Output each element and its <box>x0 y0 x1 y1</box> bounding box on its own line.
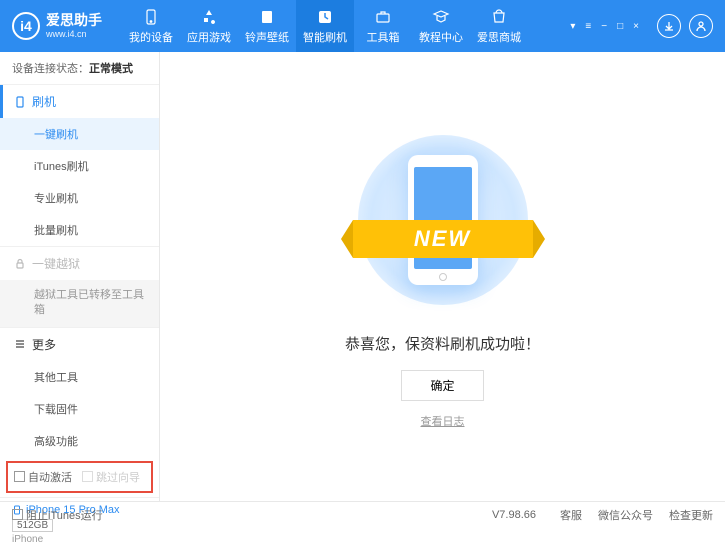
settings-icon[interactable]: ≡ <box>583 19 593 34</box>
download-button[interactable] <box>657 14 681 38</box>
device-icon <box>142 8 160 26</box>
success-illustration: NEW <box>333 125 553 315</box>
checkbox-block-itunes[interactable]: 阻止iTunes运行 <box>12 507 103 523</box>
view-log-link[interactable]: 查看日志 <box>421 413 465 429</box>
new-ribbon: NEW <box>353 220 533 258</box>
lock-icon <box>14 258 26 270</box>
nav-my-device[interactable]: 我的设备 <box>122 0 180 52</box>
header: i4 爱思助手 www.i4.cn 我的设备 应用游戏 铃声壁纸 智能刷机 工具… <box>0 0 725 52</box>
user-button[interactable] <box>689 14 713 38</box>
sidebar-item-pro-flash[interactable]: 专业刷机 <box>0 182 159 214</box>
store-icon <box>490 8 508 26</box>
minimize-icon[interactable]: − <box>599 19 609 34</box>
maximize-icon[interactable]: □ <box>615 19 625 34</box>
sidebar: 设备连接状态：正常模式 刷机 一键刷机 iTunes刷机 专业刷机 批量刷机 一… <box>0 52 160 501</box>
footer-link-update[interactable]: 检查更新 <box>669 507 713 523</box>
phone-icon <box>14 96 26 108</box>
sidebar-item-download-firmware[interactable]: 下载固件 <box>0 393 159 425</box>
checkbox-auto-activate[interactable]: 自动激活 <box>14 469 72 485</box>
checkbox-skip-guide[interactable]: 跳过向导 <box>82 469 140 485</box>
sidebar-item-one-key-flash[interactable]: 一键刷机 <box>0 118 159 150</box>
menu-icon[interactable]: ▾ <box>568 19 577 34</box>
nav-flash[interactable]: 智能刷机 <box>296 0 354 52</box>
sidebar-section-jailbreak: 一键越狱 <box>0 247 159 280</box>
nav-apps[interactable]: 应用游戏 <box>180 0 238 52</box>
version-text: V7.98.66 <box>492 509 536 521</box>
jailbreak-note: 越狱工具已转移至工具箱 <box>0 280 159 327</box>
nav-tutorials[interactable]: 教程中心 <box>412 0 470 52</box>
nav-ringtones[interactable]: 铃声壁纸 <box>238 0 296 52</box>
more-icon <box>14 338 26 350</box>
sidebar-section-more[interactable]: 更多 <box>0 328 159 361</box>
ok-button[interactable]: 确定 <box>401 370 483 401</box>
nav-toolbox[interactable]: 工具箱 <box>354 0 412 52</box>
close-icon[interactable]: × <box>631 19 641 34</box>
toolbox-icon <box>374 8 392 26</box>
sidebar-item-advanced[interactable]: 高级功能 <box>0 425 159 457</box>
logo-title: 爱思助手 <box>46 12 102 29</box>
sidebar-item-batch-flash[interactable]: 批量刷机 <box>0 214 159 246</box>
tutorial-icon <box>432 8 450 26</box>
success-message: 恭喜您，保资料刷机成功啦！ <box>345 333 540 354</box>
flash-options-highlight: 自动激活 跳过向导 <box>6 461 153 493</box>
footer-link-wechat[interactable]: 微信公众号 <box>598 507 653 523</box>
logo-url: www.i4.cn <box>46 29 102 40</box>
device-info[interactable]: iPhone 15 Pro Max 512GB iPhone <box>0 497 159 551</box>
main-content: NEW 恭喜您，保资料刷机成功啦！ 确定 查看日志 <box>160 52 725 501</box>
window-controls: ▾ ≡ − □ × <box>568 19 641 34</box>
sidebar-item-other-tools[interactable]: 其他工具 <box>0 361 159 393</box>
device-type: iPhone <box>12 534 147 545</box>
logo-icon: i4 <box>12 12 40 40</box>
sidebar-item-itunes-flash[interactable]: iTunes刷机 <box>0 150 159 182</box>
footer-link-support[interactable]: 客服 <box>560 507 582 523</box>
nav-store[interactable]: 爱思商城 <box>470 0 528 52</box>
flash-icon <box>316 8 334 26</box>
apps-icon <box>200 8 218 26</box>
top-nav: 我的设备 应用游戏 铃声壁纸 智能刷机 工具箱 教程中心 爱思商城 <box>122 0 568 52</box>
sidebar-section-flash[interactable]: 刷机 <box>0 85 159 118</box>
connection-status: 设备连接状态：正常模式 <box>0 52 159 84</box>
logo[interactable]: i4 爱思助手 www.i4.cn <box>12 12 102 40</box>
ringtone-icon <box>258 8 276 26</box>
